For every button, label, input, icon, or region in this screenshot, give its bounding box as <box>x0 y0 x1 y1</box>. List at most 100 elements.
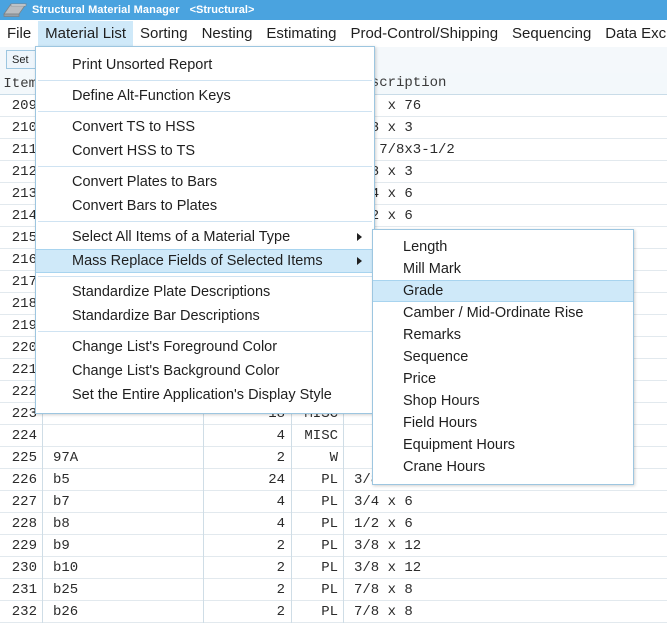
submenu-item-label: Mill Mark <box>403 261 461 277</box>
menu-item-label: Mass Replace Fields of Selected Items <box>72 253 323 269</box>
submenu-item-grade[interactable]: Grade <box>373 280 633 302</box>
submenu-item-sequence[interactable]: Sequence <box>373 346 633 368</box>
menu-item-label: Standardize Bar Descriptions <box>72 308 260 324</box>
application-window: Structural Material Manager <Structural>… <box>0 0 667 628</box>
menu-item-mass-replace-fields-of-selected-items[interactable]: Mass Replace Fields of Selected Items <box>36 249 374 273</box>
menu-item-convert-bars-to-plates[interactable]: Convert Bars to Plates <box>36 194 374 218</box>
menu-separator <box>38 166 372 167</box>
cell-type: PL <box>291 490 343 513</box>
cell-mark: b5 <box>42 468 203 491</box>
table-row[interactable]: 232 b26 2 PL 7/8 x 8 <box>0 600 667 623</box>
menu-item-standardize-plate-descriptions[interactable]: Standardize Plate Descriptions <box>36 280 374 304</box>
cell-mark: b7 <box>42 490 203 513</box>
menubar-item-material-list[interactable]: Material List <box>38 20 134 47</box>
cell-description: 1/2 x 6 <box>343 512 663 535</box>
cell-mark: 97A <box>42 446 203 469</box>
cell-type: PL <box>291 512 343 535</box>
submenu-item-label: Remarks <box>403 327 462 343</box>
menu-separator <box>38 221 372 222</box>
menu-item-label: Convert Bars to Plates <box>72 198 218 214</box>
submenu-item-remarks[interactable]: Remarks <box>373 324 633 346</box>
menu-separator <box>38 331 372 332</box>
cell-item: 229 <box>11 537 37 554</box>
submenu-bottom-padding <box>373 478 633 484</box>
cell-description: 7/8 x 8 <box>343 578 663 601</box>
menu-item-label: Select All Items of a Material Type <box>72 229 291 245</box>
cell-mark: b8 <box>42 512 203 535</box>
cell-quantity: 2 <box>203 446 291 469</box>
cell-quantity: 2 <box>203 600 291 623</box>
menu-item-define-alt-function-keys[interactable]: Define Alt-Function Keys <box>36 84 374 108</box>
menu-item-set-the-entire-application-s-display-style[interactable]: Set the Entire Application's Display Sty… <box>36 383 374 407</box>
mass-replace-submenu[interactable]: Length Mill Mark Grade Camber / Mid-Ordinat… <box>372 229 634 485</box>
menu-item-select-all-items-of-a-material-type[interactable]: Select All Items of a Material Type <box>36 225 374 249</box>
submenu-item-field-hours[interactable]: Field Hours <box>373 412 633 434</box>
submenu-item-mill-mark[interactable]: Mill Mark <box>373 258 633 280</box>
menubar-item-data-exchange[interactable]: Data Exchange <box>598 21 667 47</box>
submenu-item-label: Grade <box>403 283 444 299</box>
menu-item-label: Change List's Foreground Color <box>72 339 278 355</box>
cell-quantity: 4 <box>203 512 291 535</box>
cell-item: 227 <box>11 493 37 510</box>
cell-description: WS 7/8x3-1/2 <box>343 138 663 161</box>
cell-mark: b25 <box>42 578 203 601</box>
cell-type: PL <box>291 600 343 623</box>
menu-bottom-padding <box>36 407 374 413</box>
menubar-item-nesting[interactable]: Nesting <box>195 21 260 47</box>
menu-item-standardize-bar-descriptions[interactable]: Standardize Bar Descriptions <box>36 304 374 328</box>
submenu-item-label: Shop Hours <box>403 393 480 409</box>
cell-description: 3/4 x 6 <box>343 490 663 513</box>
submenu-item-length[interactable]: Length <box>373 236 633 258</box>
menu-item-convert-hss-to-ts[interactable]: Convert HSS to TS <box>36 139 374 163</box>
menu-item-label: Convert HSS to TS <box>72 143 196 159</box>
title-bar: Structural Material Manager <Structural> <box>0 0 667 20</box>
menu-item-convert-plates-to-bars[interactable]: Convert Plates to Bars <box>36 170 374 194</box>
menu-item-print-unsorted-report[interactable]: Print Unsorted Report <box>36 53 374 77</box>
table-row[interactable]: 228 b8 4 PL 1/2 x 6 <box>0 512 667 535</box>
menubar-item-prod-control-shipping[interactable]: Prod-Control/Shipping <box>343 21 505 47</box>
table-row[interactable]: 230 b10 2 PL 3/8 x 12 <box>0 556 667 579</box>
submenu-item-price[interactable]: Price <box>373 368 633 390</box>
submenu-arrow-icon <box>357 233 362 241</box>
menubar-item-file[interactable]: File <box>0 21 38 47</box>
cell-item: 226 <box>11 471 37 488</box>
cell-quantity: 2 <box>203 534 291 557</box>
submenu-item-shop-hours[interactable]: Shop Hours <box>373 390 633 412</box>
cell-description: 3/8 x 12 <box>343 534 663 557</box>
menu-separator <box>38 80 372 81</box>
menu-item-label: Set the Entire Application's Display Sty… <box>72 387 332 403</box>
cell-quantity: 2 <box>203 556 291 579</box>
cell-mark <box>42 424 203 447</box>
menubar-item-estimating[interactable]: Estimating <box>259 21 343 47</box>
column-header-description: Description <box>343 73 663 95</box>
cell-quantity: 24 <box>203 468 291 491</box>
table-row[interactable]: 227 b7 4 PL 3/4 x 6 <box>0 490 667 513</box>
submenu-item-crane-hours[interactable]: Crane Hours <box>373 456 633 478</box>
menu-item-label: Standardize Plate Descriptions <box>72 284 271 300</box>
menu-item-label: Convert Plates to Bars <box>72 174 218 190</box>
cell-quantity: 4 <box>203 490 291 513</box>
steel-beam-icon <box>2 1 28 19</box>
cell-item: 232 <box>11 603 37 620</box>
cell-type: W <box>291 446 343 469</box>
cell-mark: b9 <box>42 534 203 557</box>
table-row[interactable]: 229 b9 2 PL 3/8 x 12 <box>0 534 667 557</box>
cell-mark: b10 <box>42 556 203 579</box>
menubar-item-sorting[interactable]: Sorting <box>133 21 195 47</box>
material-list-dropdown-menu[interactable]: Print Unsorted Report Define Alt-Function… <box>35 46 375 414</box>
submenu-item-label: Sequence <box>403 349 469 365</box>
cell-mark: b26 <box>42 600 203 623</box>
menu-item-label: Print Unsorted Report <box>72 57 213 73</box>
table-row[interactable]: 231 b25 2 PL 7/8 x 8 <box>0 578 667 601</box>
cell-item: 225 <box>11 449 37 466</box>
submenu-item-equipment-hours[interactable]: Equipment Hours <box>373 434 633 456</box>
menu-item-convert-ts-to-hss[interactable]: Convert TS to HSS <box>36 115 374 139</box>
menu-item-change-list-s-foreground-color[interactable]: Change List's Foreground Color <box>36 335 374 359</box>
submenu-item-camber-mid-ordinate-rise[interactable]: Camber / Mid-Ordinate Rise <box>373 302 633 324</box>
menu-item-change-list-s-background-color[interactable]: Change List's Background Color <box>36 359 374 383</box>
menu-item-label: Change List's Background Color <box>72 363 280 379</box>
menu-bar: File Material List Sorting Nesting Estimatin… <box>0 20 667 48</box>
menu-separator <box>38 111 372 112</box>
menubar-item-sequencing[interactable]: Sequencing <box>505 21 598 47</box>
cell-description: 3/4 x 6 <box>343 182 663 205</box>
